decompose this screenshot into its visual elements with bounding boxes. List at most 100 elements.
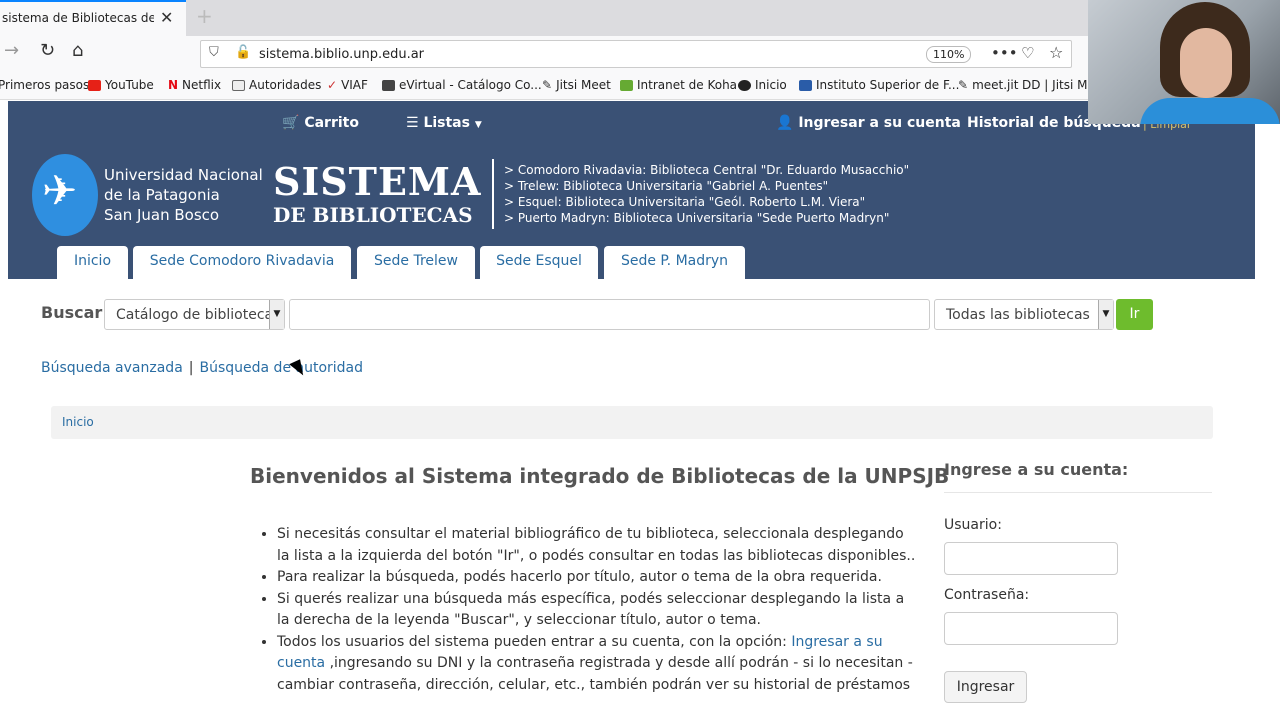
breadcrumb-inicio[interactable]: Inicio: [62, 415, 94, 429]
login-link[interactable]: 👤 Ingresar a su cuenta: [776, 115, 961, 131]
bookmark-intranet-koha[interactable]: Intranet de Koha: [620, 78, 737, 92]
tab-sede-esquel[interactable]: Sede Esquel: [480, 246, 598, 279]
bookmarks-bar: Primeros pasos YouTube N Netflix Autorida…: [0, 70, 1107, 100]
new-tab-icon[interactable]: +: [196, 4, 213, 28]
ingresar-button[interactable]: Ingresar: [944, 671, 1027, 703]
go-button[interactable]: Ir: [1116, 299, 1153, 330]
password-label: Contraseña:: [944, 587, 1030, 603]
sede-comodoro-line: > Comodoro Rivadavia: Biblioteca Central…: [504, 163, 910, 177]
instituto-icon: [799, 79, 812, 91]
bookmark-star-icon[interactable]: ☆: [1049, 43, 1063, 62]
page-title: Bienvenidos al Sistema integrado de Bibl…: [250, 464, 950, 488]
jitsi-icon: ✎: [542, 78, 553, 92]
bookmark-label: Jitsi Meet: [556, 78, 611, 92]
tab-title: sistema de Bibliotecas de la UN: [2, 11, 154, 25]
sede-esquel-line: > Esquel: Biblioteca Universitaria "Geól…: [504, 195, 866, 209]
dropdown-arrow-icon: ▼: [1098, 300, 1113, 329]
viaf-icon: ✓: [327, 78, 338, 92]
bookmark-jitsi-meet[interactable]: ✎ Jitsi Meet: [542, 78, 611, 92]
user-icon: 👤: [776, 115, 794, 131]
login-link-label: Ingresar a su cuenta: [798, 115, 961, 131]
university-name-line2: de la Patagonia: [104, 186, 220, 204]
header-divider: [492, 159, 494, 229]
bookmark-label: VIAF: [341, 78, 368, 92]
bookmark-inicio[interactable]: Inicio: [738, 78, 787, 92]
bookmark-label: Autoridades: [249, 78, 322, 92]
jitsi-icon: ✎: [958, 78, 969, 92]
shield-icon[interactable]: ⛉: [209, 45, 219, 60]
bookmark-primeros-pasos[interactable]: Primeros pasos: [0, 78, 89, 92]
tab-sede-madryn[interactable]: Sede P. Madryn: [604, 246, 745, 279]
university-name-line3: San Juan Bosco: [104, 206, 220, 224]
bookmark-label: eVirtual - Catálogo Co...: [399, 78, 542, 92]
bookmark-label: meet.jit: [972, 78, 1019, 92]
evirtual-icon: [382, 79, 395, 91]
bookmark-label: Inicio: [755, 78, 787, 92]
bookmark-netflix[interactable]: N Netflix: [168, 78, 221, 92]
usuario-field[interactable]: [944, 542, 1118, 575]
url-bar[interactable]: ⛉ 🔓 sistema.biblio.unp.edu.ar 110% ••• ♡…: [200, 40, 1072, 68]
bookmark-autoridades[interactable]: Autoridades: [232, 78, 321, 92]
search-input[interactable]: [289, 299, 930, 330]
bookmark-viaf[interactable]: ✓ VIAF: [327, 78, 368, 92]
usuario-label: Usuario:: [944, 517, 1002, 533]
bookmark-evirtual[interactable]: eVirtual - Catálogo Co...: [382, 78, 542, 92]
site-header: 🛒 Carrito ☰ Listas ▼ 👤 Ingresar a su cue…: [8, 101, 1255, 279]
carrito-link[interactable]: 🛒 Carrito: [282, 115, 359, 131]
webcam-body: [1140, 98, 1280, 124]
zoom-level[interactable]: 110%: [926, 46, 972, 63]
help-list: Si necesitás consultar el material bibli…: [262, 524, 917, 696]
folder-icon: [232, 79, 245, 91]
list-item: Si necesitás consultar el material bibli…: [277, 524, 917, 567]
tab-sede-trelew[interactable]: Sede Trelew: [357, 246, 475, 279]
bookmark-label: YouTube: [105, 78, 154, 92]
bookmark-label: Netflix: [182, 78, 222, 92]
caret-down-icon: ▼: [474, 120, 482, 130]
listas-dropdown[interactable]: ☰ Listas ▼: [406, 115, 482, 131]
authority-search-link[interactable]: Búsqueda de autoridad: [200, 360, 364, 376]
webcam-face: [1180, 28, 1232, 98]
tab-sede-comodoro[interactable]: Sede Comodoro Rivadavia: [133, 246, 351, 279]
bookmark-label: Instituto Superior de F...: [816, 78, 960, 92]
login-divider: [944, 492, 1212, 493]
dropdown-arrow-icon: ▼: [269, 300, 284, 329]
close-tab-icon[interactable]: ✕: [160, 8, 173, 27]
de-bibliotecas-title: DE BIBLIOTECAS: [273, 203, 473, 227]
library-select-value: Todas las bibliotecas: [946, 307, 1090, 323]
bookmark-meet-jit[interactable]: ✎ meet.jit: [958, 78, 1018, 92]
password-field[interactable]: [944, 612, 1118, 645]
url-text[interactable]: sistema.biblio.unp.edu.ar: [259, 47, 424, 62]
catalog-select-value: Catálogo de biblioteca: [116, 307, 274, 323]
list-item: Todos los usuarios del sistema pueden en…: [277, 632, 917, 697]
carrito-label: Carrito: [304, 115, 359, 131]
cart-icon: 🛒: [282, 115, 300, 131]
university-name-line1: Universidad Nacional: [104, 166, 263, 184]
webcam-overlay: [1088, 0, 1280, 124]
advanced-search-links: Búsqueda avanzada | Búsqueda de autoridad: [41, 360, 363, 376]
sede-trelew-line: > Trelew: Biblioteca Universitaria "Gabr…: [504, 179, 829, 193]
browser-nav-bar: → ↻ ⌂ ⛉ 🔓 sistema.biblio.unp.edu.ar 110%…: [0, 36, 1090, 70]
koha-icon: [620, 79, 633, 91]
pocket-icon[interactable]: ♡: [1021, 44, 1034, 62]
library-select[interactable]: Todas las bibliotecas ▼: [934, 299, 1114, 330]
login-title: Ingrese a su cuenta:: [944, 460, 1129, 479]
more-icon[interactable]: •••: [991, 44, 1018, 62]
insecure-lock-icon[interactable]: 🔓: [235, 45, 251, 60]
tab-inicio[interactable]: Inicio: [57, 246, 128, 279]
tip4-text-continued: ,ingresando su DNI y la contraseña regis…: [277, 655, 913, 693]
netflix-icon: N: [168, 78, 179, 92]
advanced-search-link[interactable]: Búsqueda avanzada: [41, 360, 183, 376]
browser-tab[interactable]: sistema de Bibliotecas de la UN ✕: [0, 0, 186, 36]
inicio-icon: [738, 79, 751, 91]
list-icon: ☰: [406, 115, 419, 131]
catalog-select[interactable]: Catálogo de biblioteca ▼: [104, 299, 285, 330]
bookmark-instituto[interactable]: Instituto Superior de F...: [799, 78, 959, 92]
forward-icon[interactable]: →: [4, 40, 19, 61]
sede-madryn-line: > Puerto Madryn: Biblioteca Universitari…: [504, 211, 890, 225]
listas-label: Listas: [423, 115, 470, 131]
reload-icon[interactable]: ↻: [40, 40, 55, 61]
home-icon[interactable]: ⌂: [72, 40, 83, 61]
sistema-title: SISTEMA: [273, 159, 482, 204]
list-item: Si querés realizar una búsqueda más espe…: [277, 589, 917, 632]
bookmark-youtube[interactable]: YouTube: [88, 78, 154, 92]
